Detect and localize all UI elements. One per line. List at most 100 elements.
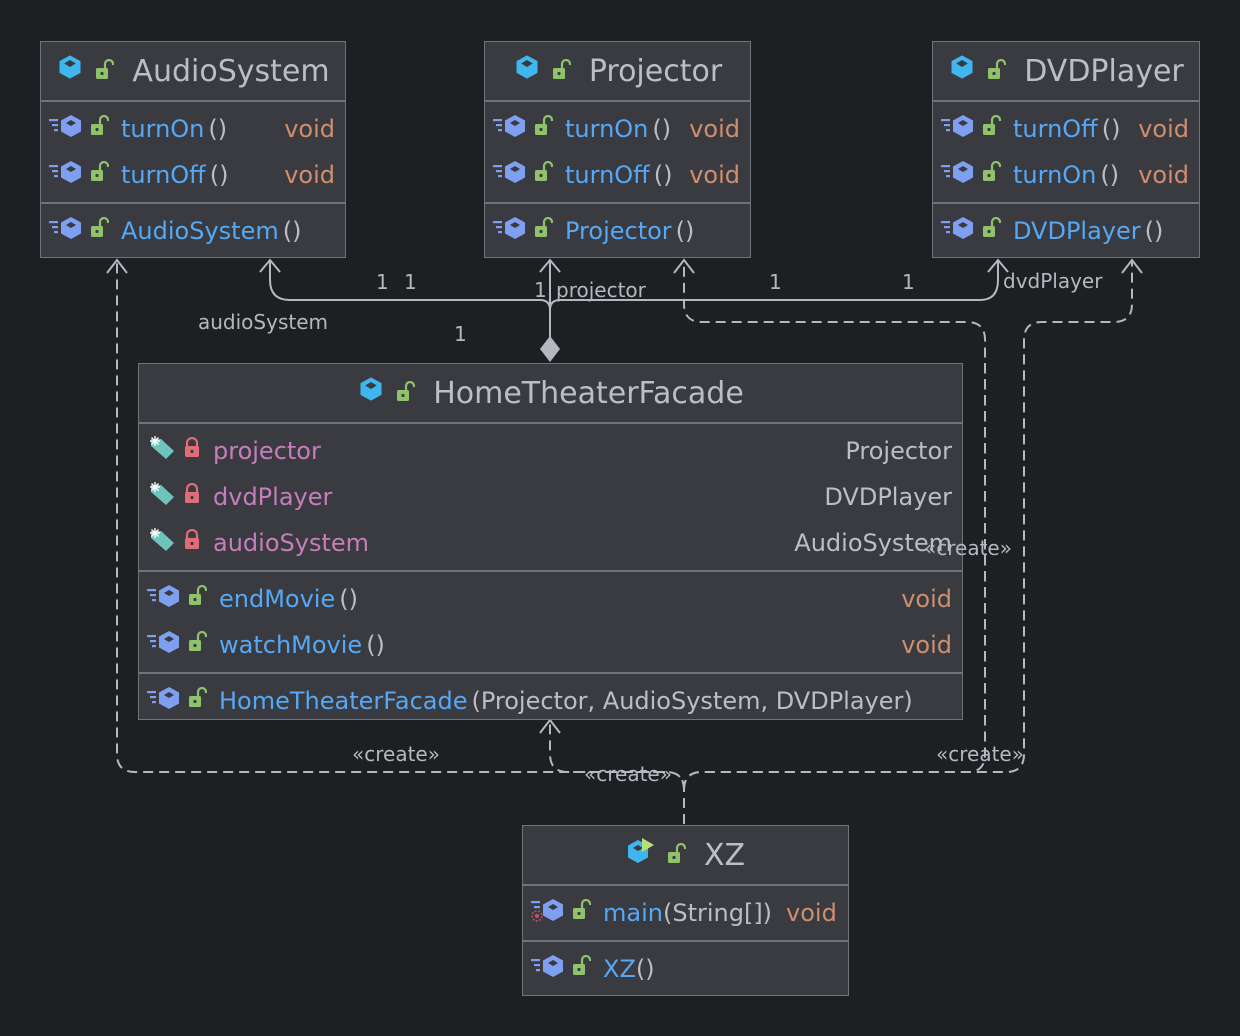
- class-audiosystem[interactable]: AudioSystem turnOn () void turnOff () vo…: [40, 41, 346, 258]
- constructor-row[interactable]: HomeTheaterFacade (Projector, AudioSyste…: [139, 678, 962, 724]
- method-row[interactable]: turnOff () void: [933, 106, 1199, 152]
- public-lock-icon: [533, 160, 554, 189]
- public-lock-icon: [187, 686, 208, 715]
- constructor-row[interactable]: Projector (): [485, 208, 750, 254]
- multiplicity-dvd-a: 1: [769, 270, 782, 294]
- constructor-params: (): [282, 217, 302, 245]
- constructor-row[interactable]: XZ (): [523, 946, 848, 992]
- multiplicity-dvd-b: 1: [902, 270, 915, 294]
- method-params: (): [1101, 115, 1121, 143]
- class-dvdplayer[interactable]: DVDPlayer turnOff () void turnOn () void…: [932, 41, 1200, 258]
- constructors-section: AudioSystem (): [41, 204, 345, 258]
- field-tag-icon: [147, 527, 177, 559]
- method-row[interactable]: main (String[]) void: [523, 890, 848, 936]
- field-name: audioSystem: [213, 529, 369, 557]
- public-lock-icon: [986, 54, 1007, 89]
- label-create-dvdplayer: «create»: [936, 742, 1024, 766]
- method-params: (String[]): [662, 899, 773, 927]
- arrowhead-dvdplayer: [987, 258, 1009, 273]
- role-dvdplayer: dvdPlayer: [1003, 269, 1103, 293]
- method-name: turnOff: [1013, 115, 1098, 143]
- public-lock-icon: [89, 160, 110, 189]
- class-xz[interactable]: XZ main (String[]) void XZ (): [522, 825, 849, 996]
- field-type: DVDPlayer: [824, 483, 952, 511]
- multiplicity-projector: 1: [534, 278, 547, 302]
- methods-section: main (String[]) void: [523, 886, 848, 942]
- arrowhead-create-projector: [673, 258, 695, 274]
- return-type: void: [901, 585, 952, 613]
- class-header: Projector: [485, 42, 750, 102]
- class-name: HomeTheaterFacade: [433, 375, 744, 411]
- method-params: (): [209, 161, 229, 189]
- class-projector[interactable]: Projector turnOn () void turnOff () void…: [484, 41, 751, 258]
- arrowhead-audiosystem: [259, 258, 281, 273]
- public-lock-icon: [187, 584, 208, 613]
- constructor-name: HomeTheaterFacade: [219, 687, 468, 715]
- edge-xz-create-facade: [549, 722, 685, 791]
- public-lock-icon: [89, 114, 110, 143]
- constructor-name: DVDPlayer: [1013, 217, 1141, 245]
- return-type: void: [786, 899, 837, 927]
- field-tag-icon: [147, 435, 177, 467]
- method-row[interactable]: turnOff () void: [41, 152, 345, 198]
- constructors-section: HomeTheaterFacade (Projector, AudioSyste…: [139, 674, 962, 728]
- methods-section: turnOn () void turnOff () void: [485, 102, 750, 204]
- public-lock-icon: [551, 54, 571, 89]
- return-type: void: [1138, 115, 1189, 143]
- method-icon: [941, 113, 975, 145]
- field-row[interactable]: dvdPlayer DVDPlayer: [139, 474, 962, 520]
- role-projector: projector: [556, 278, 647, 302]
- method-icon: [493, 113, 527, 145]
- class-icon: [56, 53, 84, 89]
- role-audiosystem: audioSystem: [198, 310, 328, 334]
- constructor-params: (): [675, 217, 695, 245]
- class-name: XZ: [703, 837, 746, 873]
- field-row[interactable]: projector Projector: [139, 428, 962, 474]
- constructor-name: Projector: [565, 217, 672, 245]
- method-row[interactable]: watchMovie () void: [139, 622, 962, 668]
- method-row[interactable]: turnOn () void: [933, 152, 1199, 198]
- method-icon: [49, 113, 83, 145]
- return-type: void: [901, 631, 952, 659]
- method-icon: [147, 685, 181, 717]
- method-icon: [49, 159, 83, 191]
- return-type: void: [284, 161, 335, 189]
- class-header: AudioSystem: [41, 42, 345, 102]
- arrowhead-projector: [539, 258, 561, 273]
- method-row[interactable]: turnOn () void: [485, 106, 750, 152]
- public-lock-icon: [981, 114, 1002, 143]
- method-params: (): [653, 161, 673, 189]
- constructor-row[interactable]: AudioSystem (): [41, 208, 345, 254]
- public-lock-icon: [89, 216, 110, 245]
- method-icon: [941, 215, 975, 247]
- multiplicity-audio-a: 1: [376, 270, 389, 294]
- method-name: turnOn: [565, 115, 649, 143]
- methods-section: turnOn () void turnOff () void: [41, 102, 345, 204]
- constructors-section: Projector (): [485, 204, 750, 258]
- constructors-section: DVDPlayer (): [933, 204, 1199, 258]
- method-icon: [493, 215, 527, 247]
- methods-section: endMovie () void watchMovie () void: [139, 572, 962, 674]
- method-row[interactable]: endMovie () void: [139, 576, 962, 622]
- method-params: (): [1100, 161, 1120, 189]
- method-icon: [49, 215, 83, 247]
- class-hometheaterfacade[interactable]: HomeTheaterFacade projector Projector dv…: [138, 363, 963, 720]
- constructors-section: XZ (): [523, 942, 848, 996]
- constructor-row[interactable]: DVDPlayer (): [933, 208, 1199, 254]
- composition-diamond: [540, 336, 560, 362]
- public-lock-icon: [94, 54, 115, 89]
- method-params: (): [208, 115, 228, 143]
- constructor-params: (): [1144, 217, 1164, 245]
- field-row[interactable]: audioSystem AudioSystem: [139, 520, 962, 566]
- method-row[interactable]: turnOff () void: [485, 152, 750, 198]
- public-lock-icon: [571, 898, 592, 927]
- methods-section: turnOff () void turnOn () void: [933, 102, 1199, 204]
- public-lock-icon: [187, 630, 208, 659]
- runnable-class-icon: [626, 837, 656, 873]
- method-name: watchMovie: [219, 631, 363, 659]
- class-icon: [357, 375, 385, 411]
- method-row[interactable]: turnOn () void: [41, 106, 345, 152]
- label-create-audiosystem: «create»: [352, 742, 440, 766]
- method-icon: [493, 159, 527, 191]
- method-icon: [147, 629, 181, 661]
